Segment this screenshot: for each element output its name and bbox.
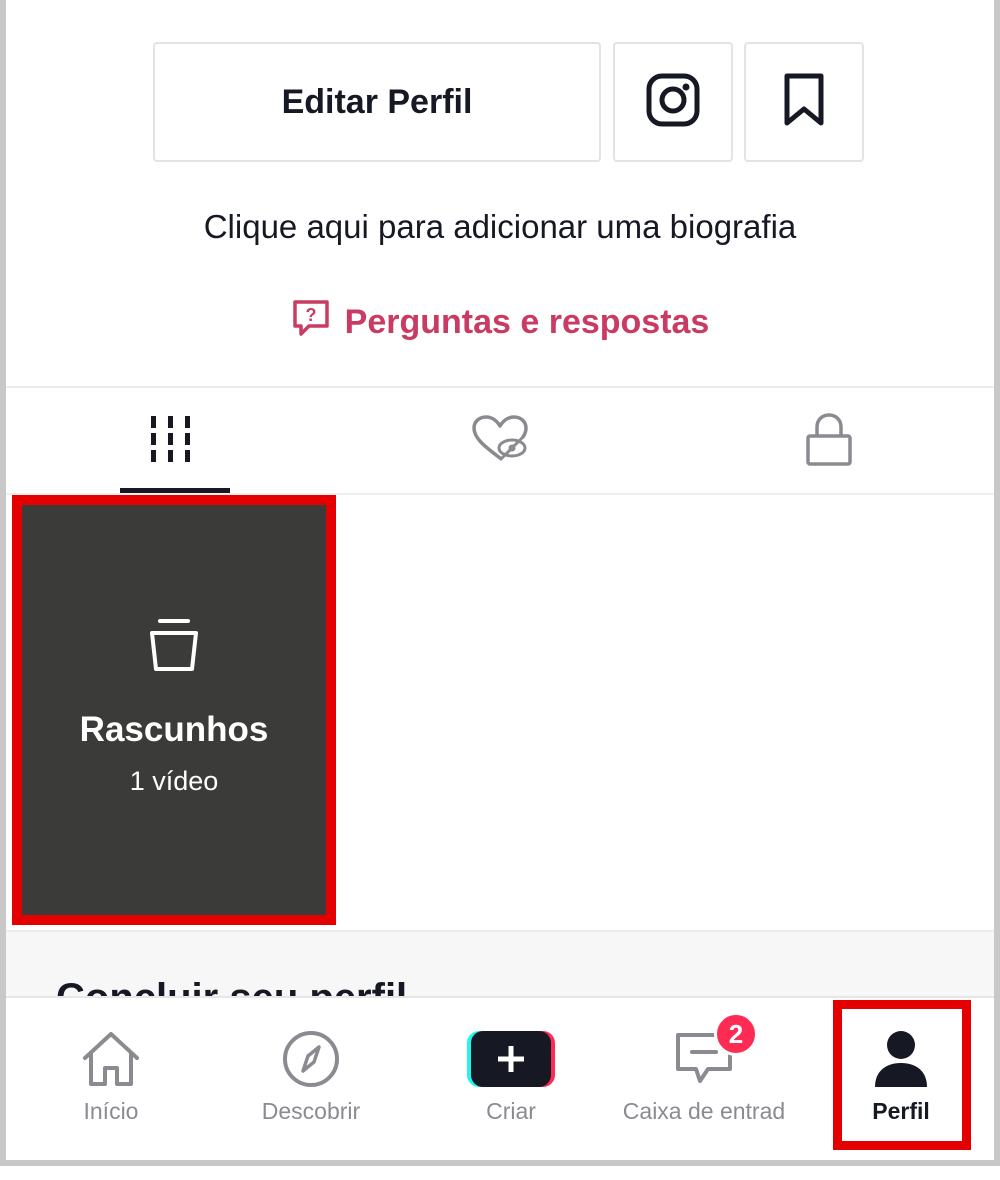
instagram-icon [645,72,701,133]
qa-link[interactable]: ? Perguntas e respostas [6,298,994,347]
question-bubble-icon: ? [291,298,331,347]
drafts-title: Rascunhos [79,710,269,749]
complete-profile-section: Concluir seu perfil [6,930,994,1000]
nav-home-label: Início [83,1098,139,1124]
nav-inbox-label: Caixa de entrad [622,1098,786,1124]
content-tabs [6,388,994,494]
instagram-button[interactable] [613,42,733,162]
bookmark-icon [782,72,826,133]
drafts-box-icon [146,617,202,680]
nav-create-label: Criar [486,1098,536,1124]
nav-inbox[interactable]: 2 Caixa de entrad [594,998,814,1160]
nav-discover-label: Descobrir [261,1098,361,1124]
home-icon [79,1028,143,1090]
add-bio-prompt[interactable]: Clique aqui para adicionar uma biografia [6,208,994,246]
nav-create[interactable]: Criar [436,998,586,1160]
liked-hidden-icon [470,414,530,469]
app-frame: Editar Perfil Clique aqui para adicionar… [0,0,1000,1166]
grid-icon [149,415,193,467]
create-button [467,1028,555,1090]
plus-icon [471,1031,551,1087]
inbox-badge: 2 [714,1012,758,1056]
qa-link-label: Perguntas e respostas [344,303,710,341]
profile-highlight-box [833,1000,971,1150]
drafts-count: 1 vídeo [129,766,219,796]
edit-profile-label: Editar Perfil [281,82,473,121]
tab-videos[interactable] [6,388,335,494]
inbox-icon-wrap: 2 [674,1012,758,1090]
nav-discover[interactable]: Descobrir [226,998,396,1160]
compass-icon [281,1028,341,1090]
drafts-tile[interactable]: Rascunhos 1 vídeo [12,495,336,925]
tab-liked[interactable] [335,388,664,494]
nav-home[interactable]: Início [36,998,186,1160]
create-button-shape [467,1031,555,1087]
tab-private[interactable] [664,388,993,494]
svg-text:?: ? [305,305,316,325]
lock-icon [805,412,853,471]
bookmarks-button[interactable] [744,42,864,162]
edit-profile-button[interactable]: Editar Perfil [153,42,601,162]
